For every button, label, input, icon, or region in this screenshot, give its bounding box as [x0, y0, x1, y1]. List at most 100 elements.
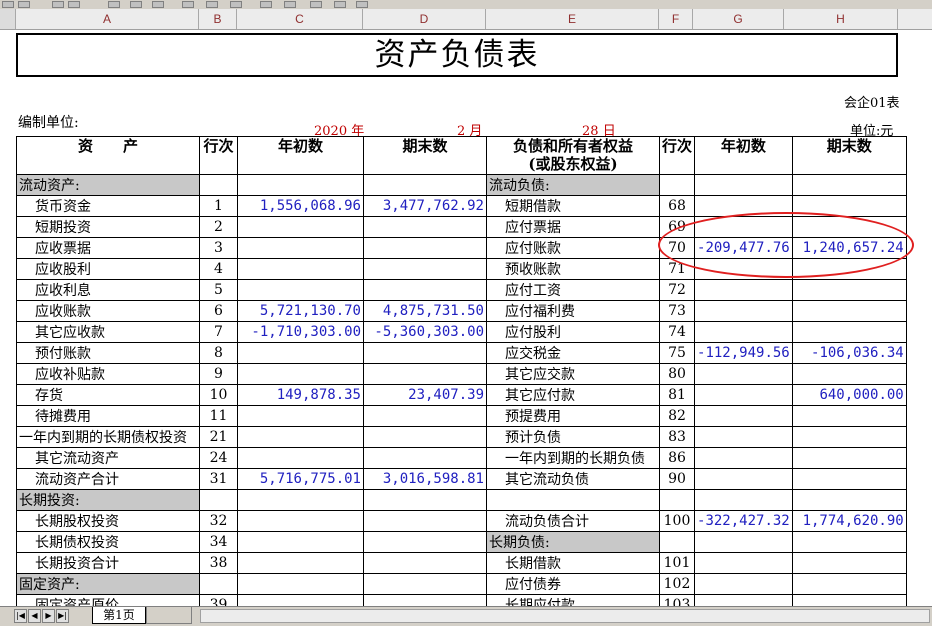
- cell-a[interactable]: 长期债权投资: [16, 531, 200, 553]
- cell-b[interactable]: 10: [199, 384, 238, 406]
- cell-c[interactable]: 1,556,068.96: [237, 195, 364, 217]
- cell-f[interactable]: 74: [658, 321, 696, 343]
- cell-a[interactable]: 应收票据: [16, 237, 200, 259]
- align-icon[interactable]: [260, 1, 272, 8]
- header-row-no[interactable]: 行次: [199, 136, 238, 175]
- cell-e[interactable]: 应交税金: [486, 342, 660, 364]
- cell-e[interactable]: 预收账款: [486, 258, 660, 280]
- cell-a[interactable]: 存货: [16, 384, 200, 406]
- title-cell[interactable]: 资产负债表: [16, 33, 898, 77]
- cell-d[interactable]: [363, 426, 487, 448]
- cut-icon[interactable]: [108, 1, 120, 8]
- cell-a[interactable]: 流动资产:: [16, 174, 200, 196]
- cell-a[interactable]: 货币资金: [16, 195, 200, 217]
- prev-sheet-icon[interactable]: ◀: [28, 609, 41, 623]
- cell-c[interactable]: [237, 594, 364, 606]
- cell-e[interactable]: 其它应付款: [486, 384, 660, 406]
- cell-h[interactable]: [791, 405, 907, 427]
- cell-e[interactable]: 应付账款: [486, 237, 660, 259]
- cell-e[interactable]: 应付股利: [486, 321, 660, 343]
- save-icon[interactable]: [18, 1, 30, 8]
- cell-f[interactable]: 103: [658, 594, 696, 606]
- cell-e[interactable]: 应付票据: [486, 216, 660, 238]
- cell-b[interactable]: 2: [199, 216, 238, 238]
- cell-h[interactable]: [791, 363, 907, 385]
- col-header-h[interactable]: H: [784, 9, 898, 29]
- cell-d[interactable]: [363, 447, 487, 469]
- cell-f[interactable]: 100: [658, 510, 696, 532]
- cell-g[interactable]: [694, 174, 793, 196]
- cell-f[interactable]: 75: [658, 342, 696, 364]
- cell-g[interactable]: [694, 531, 793, 553]
- cell-e[interactable]: 流动负债:: [486, 174, 660, 196]
- cell-a[interactable]: 应收股利: [16, 258, 200, 280]
- cell-h[interactable]: [791, 594, 907, 606]
- preview-icon[interactable]: [52, 1, 64, 8]
- cell-b[interactable]: 4: [199, 258, 238, 280]
- cell-g[interactable]: [694, 321, 793, 343]
- cell-a[interactable]: 固定资产原价: [16, 594, 200, 606]
- cell-a[interactable]: 一年内到期的长期债权投资: [16, 426, 200, 448]
- cell-e[interactable]: 长期负债:: [486, 531, 660, 553]
- paste-icon[interactable]: [152, 1, 164, 8]
- cell-h[interactable]: [791, 573, 907, 595]
- cell-g[interactable]: [694, 468, 793, 490]
- header-begin-2[interactable]: 年初数: [694, 136, 793, 175]
- cell-f[interactable]: [658, 489, 696, 511]
- cell-c[interactable]: [237, 489, 364, 511]
- cell-c[interactable]: [237, 405, 364, 427]
- cell-g[interactable]: [694, 279, 793, 301]
- cell-e[interactable]: 其它流动负债: [486, 468, 660, 490]
- cell-b[interactable]: 39: [199, 594, 238, 606]
- format-icon[interactable]: [334, 1, 346, 8]
- col-header-a[interactable]: A: [16, 9, 199, 29]
- last-sheet-icon[interactable]: ▶|: [56, 609, 69, 623]
- cell-c[interactable]: [237, 573, 364, 595]
- cell-c[interactable]: [237, 279, 364, 301]
- cell-e[interactable]: [486, 489, 660, 511]
- cell-b[interactable]: 24: [199, 447, 238, 469]
- header-end-2[interactable]: 期末数: [791, 136, 907, 175]
- font-icon[interactable]: [310, 1, 322, 8]
- cell-b[interactable]: [199, 174, 238, 196]
- arrange-icon[interactable]: [284, 1, 296, 8]
- cell-c[interactable]: [237, 237, 364, 259]
- cell-e[interactable]: 应付工资: [486, 279, 660, 301]
- cell-d[interactable]: [363, 174, 487, 196]
- cell-d[interactable]: [363, 237, 487, 259]
- cell-d[interactable]: [363, 279, 487, 301]
- cell-b[interactable]: 38: [199, 552, 238, 574]
- cell-b[interactable]: 8: [199, 342, 238, 364]
- select-all-corner[interactable]: [0, 9, 16, 29]
- cell-g[interactable]: [694, 594, 793, 606]
- cell-b[interactable]: 9: [199, 363, 238, 385]
- col-header-g[interactable]: G: [693, 9, 784, 29]
- cell-a[interactable]: 流动资产合计: [16, 468, 200, 490]
- cell-g[interactable]: [694, 489, 793, 511]
- col-header-d[interactable]: D: [363, 9, 486, 29]
- open-icon[interactable]: [2, 1, 14, 8]
- cell-f[interactable]: 82: [658, 405, 696, 427]
- col-header-e[interactable]: E: [486, 9, 659, 29]
- cell-d[interactable]: [363, 573, 487, 595]
- sheet-tab-page1[interactable]: 第1页: [92, 607, 146, 624]
- cell-g[interactable]: [694, 447, 793, 469]
- cell-h[interactable]: 1,774,620.90: [791, 510, 907, 532]
- cell-c[interactable]: 149,878.35: [237, 384, 364, 406]
- header-begin[interactable]: 年初数: [237, 136, 364, 175]
- cell-b[interactable]: 32: [199, 510, 238, 532]
- sort-icon[interactable]: [230, 1, 242, 8]
- cell-f[interactable]: 81: [658, 384, 696, 406]
- cell-d[interactable]: [363, 594, 487, 606]
- cell-h[interactable]: -106,036.34: [791, 342, 907, 364]
- cell-f[interactable]: 101: [658, 552, 696, 574]
- cell-c[interactable]: [237, 363, 364, 385]
- cell-g[interactable]: [694, 426, 793, 448]
- cell-h[interactable]: [791, 321, 907, 343]
- cell-b[interactable]: 6: [199, 300, 238, 322]
- cell-a[interactable]: 长期投资:: [16, 489, 200, 511]
- horizontal-scrollbar[interactable]: [200, 609, 930, 623]
- cell-e[interactable]: 预计负债: [486, 426, 660, 448]
- cell-h[interactable]: 640,000.00: [791, 384, 907, 406]
- cell-e[interactable]: 预提费用: [486, 405, 660, 427]
